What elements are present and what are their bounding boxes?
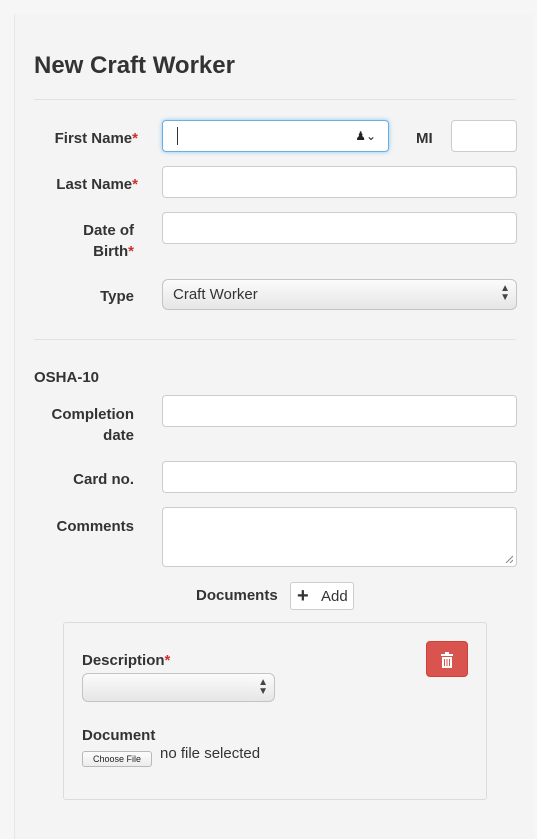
comments-label: Comments: [56, 518, 134, 535]
first-name-input[interactable]: ♟⌄: [162, 120, 389, 152]
completion-date-label: Completion date: [51, 406, 135, 444]
select-arrows-icon: ▲ ▼: [500, 283, 510, 303]
text-caret: [177, 127, 178, 145]
comments-textarea[interactable]: [162, 507, 517, 567]
type-select-value: Craft Worker: [173, 286, 258, 303]
contact-card-icon[interactable]: ♟⌄: [355, 129, 376, 143]
card-no-label: Card no.: [73, 471, 134, 488]
description-label: Description*: [82, 652, 171, 669]
osha-heading: OSHA-10: [34, 369, 100, 386]
documents-label: Documents: [196, 587, 278, 604]
choose-file-button[interactable]: Choose File: [82, 751, 152, 767]
document-card: [63, 622, 487, 800]
description-select[interactable]: ▲ ▼: [82, 673, 275, 702]
mi-input[interactable]: [451, 120, 517, 152]
trash-icon: [441, 651, 453, 668]
type-label: Type: [100, 288, 134, 305]
divider: [34, 339, 516, 340]
plus-icon: +: [297, 585, 309, 607]
select-arrows-icon: ▲ ▼: [258, 677, 268, 697]
document-label: Document: [82, 727, 156, 744]
dob-input[interactable]: [162, 212, 517, 244]
delete-document-button[interactable]: [426, 641, 468, 677]
page-title: New Craft Worker: [34, 52, 235, 79]
type-select[interactable]: Craft Worker ▲ ▼: [162, 279, 517, 310]
divider: [34, 99, 516, 100]
dob-label: Date of Birth*: [83, 222, 134, 260]
first-name-label: First Name*: [54, 130, 138, 147]
last-name-input[interactable]: [162, 166, 517, 198]
resize-handle-icon[interactable]: [505, 555, 513, 563]
add-document-button[interactable]: + Add: [290, 582, 354, 610]
last-name-label: Last Name*: [56, 176, 138, 193]
card-no-input[interactable]: [162, 461, 517, 493]
file-status-text: no file selected: [160, 745, 261, 762]
completion-date-input[interactable]: [162, 395, 517, 427]
mi-label: MI: [416, 130, 433, 147]
